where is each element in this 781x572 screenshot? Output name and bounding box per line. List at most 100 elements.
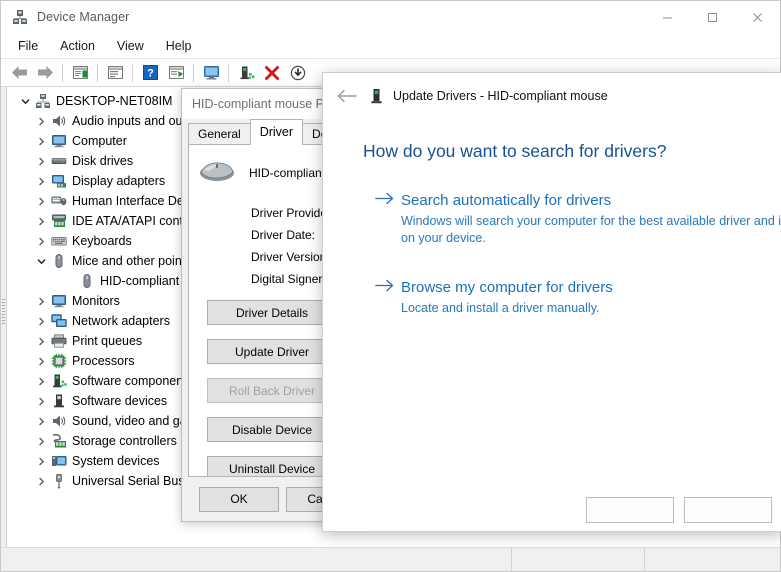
tree-child-label: HID-compliant m [100, 274, 194, 288]
tree-item-label: Storage controllers [72, 434, 177, 448]
chevron-right-icon[interactable] [33, 357, 49, 366]
uninstall-device-icon[interactable] [259, 61, 285, 84]
menu-view[interactable]: View [106, 36, 155, 56]
chevron-right-icon[interactable] [33, 217, 49, 226]
chevron-right-icon[interactable] [33, 437, 49, 446]
option-description: Windows will search your computer for th… [401, 214, 781, 245]
driver-details-button[interactable]: Driver Details [207, 300, 337, 325]
tree-item-label: System devices [72, 454, 160, 468]
status-bar [1, 547, 780, 571]
chevron-down-icon[interactable] [17, 97, 33, 106]
wizard-title: Update Drivers - HID-compliant mouse [393, 89, 608, 103]
option-browse-computer[interactable]: Browse my computer for drivers Locate an… [323, 277, 781, 317]
system-device-icon [49, 453, 69, 469]
roll-back-driver-button: Roll Back Driver [207, 378, 337, 403]
back-icon[interactable] [6, 61, 32, 84]
chevron-right-icon[interactable] [33, 157, 49, 166]
chevron-right-icon[interactable] [33, 317, 49, 326]
display-adapter-icon [49, 173, 69, 189]
tree-item-label: Network adapters [72, 314, 170, 328]
scan-hardware-icon[interactable] [198, 61, 224, 84]
tree-item-label: IDE ATA/ATAPI contr [72, 214, 188, 228]
update-driver-button[interactable]: Update Driver [207, 339, 337, 364]
tree-item-label: Universal Serial Bus c [72, 474, 195, 488]
menu-file[interactable]: File [7, 36, 49, 56]
tree-item-label: Processors [72, 354, 135, 368]
tab-general[interactable]: General [188, 123, 251, 145]
hid-icon [49, 193, 69, 209]
wizard-footer-button-1[interactable] [586, 497, 674, 523]
chevron-right-icon[interactable] [33, 117, 49, 126]
menu-bar: File Action View Help [1, 33, 780, 59]
chevron-right-icon[interactable] [33, 377, 49, 386]
software-component-icon [49, 373, 69, 389]
device-icon [365, 88, 387, 105]
tree-item-label: Disk drives [72, 154, 134, 168]
chevron-down-icon[interactable] [33, 257, 49, 266]
uninstall-device-button[interactable]: Uninstall Device [207, 456, 337, 476]
usb-icon [49, 473, 69, 489]
update-drivers-wizard: Update Drivers - HID-compliant mouse How… [322, 72, 781, 532]
option-description: Locate and install a driver manually. [401, 301, 600, 315]
update-driver-icon[interactable] [163, 61, 189, 84]
window-title: Device Manager [37, 10, 130, 24]
chevron-right-icon[interactable] [33, 137, 49, 146]
chevron-right-icon[interactable] [33, 297, 49, 306]
wizard-header: Update Drivers - HID-compliant mouse [323, 73, 781, 119]
tree-item-label: Computer [72, 134, 127, 148]
chevron-right-icon[interactable] [33, 397, 49, 406]
tree-item-label: Mice and other point [72, 254, 186, 268]
screen-root: Device Manager File Action View Help ? D… [0, 0, 781, 572]
wizard-footer-button-2[interactable] [684, 497, 772, 523]
chevron-right-icon[interactable] [33, 237, 49, 246]
software-device-icon [49, 393, 69, 409]
help-icon[interactable]: ? [137, 61, 163, 84]
device-manager-icon [11, 8, 29, 26]
disable-device-icon[interactable] [285, 61, 311, 84]
tab-driver[interactable]: Driver [249, 119, 304, 145]
chevron-right-icon[interactable] [33, 177, 49, 186]
tree-root-label: DESKTOP-NET08IM [56, 94, 173, 108]
arrow-right-icon [375, 190, 401, 247]
tree-item-label: Software component [72, 374, 187, 388]
ok-button[interactable]: OK [199, 486, 279, 512]
option-heading[interactable]: Search automatically for drivers [401, 190, 781, 211]
forward-icon[interactable] [32, 61, 58, 84]
option-search-automatically[interactable]: Search automatically for drivers Windows… [323, 190, 781, 247]
speaker-icon [49, 413, 69, 429]
toolbar-separator [62, 63, 63, 82]
maximize-button[interactable] [690, 1, 735, 33]
computer-root-icon [33, 93, 53, 109]
menu-action[interactable]: Action [49, 36, 106, 56]
chevron-right-icon[interactable] [33, 337, 49, 346]
disk-icon [49, 153, 69, 169]
tree-item-label: Software devices [72, 394, 168, 408]
minimize-button[interactable] [645, 1, 690, 33]
toolbar-separator [228, 63, 229, 82]
back-arrow-icon[interactable] [333, 82, 361, 110]
mouse-icon [77, 273, 97, 289]
menu-help[interactable]: Help [155, 36, 203, 56]
mouse-icon [49, 253, 69, 269]
tree-item-label: Audio inputs and out [72, 114, 186, 128]
mouse-large-icon [197, 157, 237, 188]
chevron-right-icon[interactable] [33, 417, 49, 426]
add-driver-icon[interactable] [233, 61, 259, 84]
tree-item-label: Human Interface Dev [72, 194, 191, 208]
wizard-footer [323, 475, 781, 531]
option-heading[interactable]: Browse my computer for drivers [401, 277, 781, 298]
chevron-right-icon[interactable] [33, 197, 49, 206]
device-manager-titlebar: Device Manager [1, 1, 780, 33]
disable-device-button[interactable]: Disable Device [207, 417, 337, 442]
tree-item-label: Print queues [72, 334, 143, 348]
properties-icon[interactable] [67, 61, 93, 84]
chevron-right-icon[interactable] [33, 477, 49, 486]
toolbar-separator [132, 63, 133, 82]
show-hidden-icon[interactable] [102, 61, 128, 84]
option-text: Browse my computer for drivers Locate an… [401, 277, 781, 317]
chevron-right-icon[interactable] [33, 457, 49, 466]
toolbar-separator [193, 63, 194, 82]
svg-text:?: ? [147, 68, 154, 80]
close-button[interactable] [735, 1, 780, 33]
status-pane-main [1, 548, 512, 571]
